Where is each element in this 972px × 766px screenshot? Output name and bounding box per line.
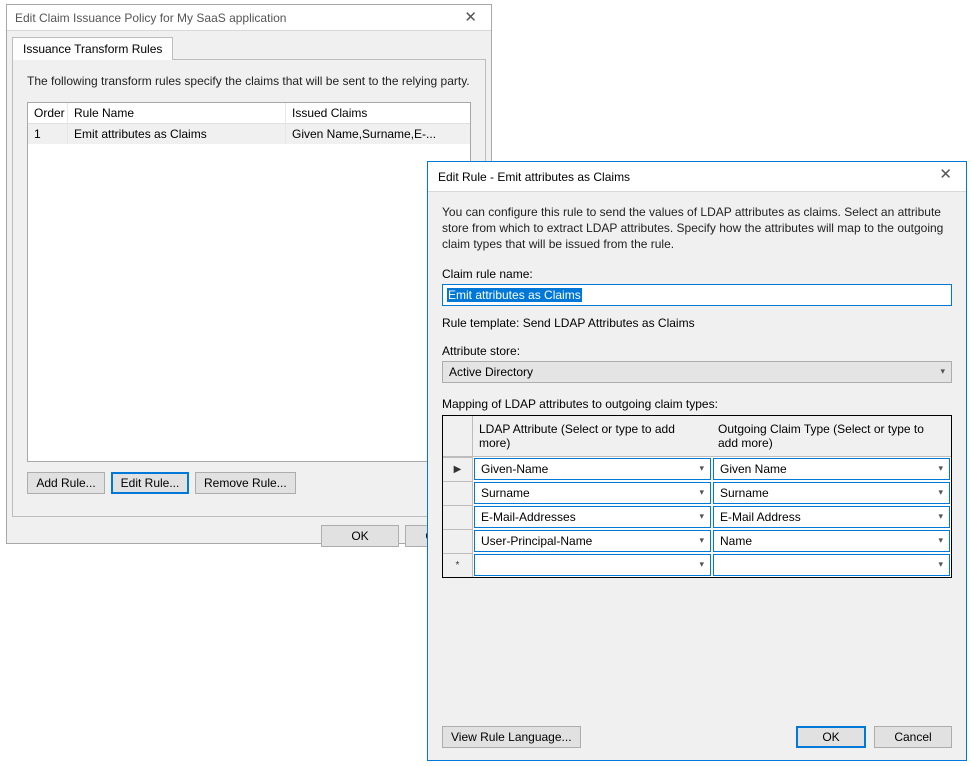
titlebar[interactable]: Edit Claim Issuance Policy for My SaaS a… xyxy=(7,5,491,31)
outgoing-claim-cell[interactable]: ▾ xyxy=(713,554,950,576)
outgoing-claim-cell[interactable]: E-Mail Address▾ xyxy=(713,506,950,528)
claim-policy-dialog: Edit Claim Issuance Policy for My SaaS a… xyxy=(6,4,492,544)
ldap-attr-cell[interactable]: Given-Name▾ xyxy=(474,458,711,480)
chevron-down-icon: ▾ xyxy=(938,559,943,570)
edit-rule-button[interactable]: Edit Rule... xyxy=(111,472,189,494)
table-row: Surname▾ Surname▾ xyxy=(443,481,951,505)
chevron-down-icon: ▾ xyxy=(699,511,704,522)
attr-store-select[interactable]: Active Directory ▾ xyxy=(442,361,952,383)
chevron-down-icon: ▾ xyxy=(699,463,704,474)
chevron-down-icon: ▾ xyxy=(699,559,704,570)
col-order[interactable]: Order xyxy=(28,103,68,123)
col-issued[interactable]: Issued Claims xyxy=(286,103,470,123)
tab-panel: The following transform rules specify th… xyxy=(12,59,486,517)
col-ldap-attr[interactable]: LDAP Attribute (Select or type to add mo… xyxy=(473,416,712,457)
add-rule-button[interactable]: Add Rule... xyxy=(27,472,105,494)
claim-rule-name-label: Claim rule name: xyxy=(442,267,952,281)
close-icon[interactable]: ✕ xyxy=(458,8,483,26)
intro-text: The following transform rules specify th… xyxy=(27,74,471,88)
chevron-down-icon: ▾ xyxy=(938,535,943,546)
chevron-down-icon: ▾ xyxy=(938,463,943,474)
input-selection: Emit attributes as Claims xyxy=(447,288,582,302)
titlebar[interactable]: Edit Rule - Emit attributes as Claims ✕ xyxy=(428,162,966,192)
new-row-icon[interactable]: * xyxy=(443,553,473,577)
description-text: You can configure this rule to send the … xyxy=(442,204,952,253)
table-row: * ▾ ▾ xyxy=(443,553,951,577)
view-rule-language-button[interactable]: View Rule Language... xyxy=(442,726,581,748)
chevron-down-icon: ▾ xyxy=(699,535,704,546)
ldap-attr-cell[interactable]: E-Mail-Addresses▾ xyxy=(474,506,711,528)
row-selector-header xyxy=(443,416,473,457)
table-row: E-Mail-Addresses▾ E-Mail Address▾ xyxy=(443,505,951,529)
rules-table[interactable]: Order Rule Name Issued Claims 1 Emit att… xyxy=(27,102,471,462)
table-header: Order Rule Name Issued Claims xyxy=(28,103,470,124)
row-indicator[interactable] xyxy=(443,505,473,529)
cell-issued: Given Name,Surname,E-... xyxy=(286,124,470,144)
outgoing-claim-cell[interactable]: Surname▾ xyxy=(713,482,950,504)
ok-button[interactable]: OK xyxy=(321,525,399,547)
cancel-button[interactable]: Cancel xyxy=(874,726,952,748)
edit-rule-dialog: Edit Rule - Emit attributes as Claims ✕ … xyxy=(427,161,967,761)
chevron-down-icon: ▾ xyxy=(699,487,704,498)
outgoing-claim-cell[interactable]: Name▾ xyxy=(713,530,950,552)
ldap-attr-cell[interactable]: ▾ xyxy=(474,554,711,576)
outgoing-claim-cell[interactable]: Given Name▾ xyxy=(713,458,950,480)
table-row: User-Principal-Name▾ Name▾ xyxy=(443,529,951,553)
ldap-attr-cell[interactable]: Surname▾ xyxy=(474,482,711,504)
mapping-label: Mapping of LDAP attributes to outgoing c… xyxy=(442,397,952,411)
table-row[interactable]: 1 Emit attributes as Claims Given Name,S… xyxy=(28,124,470,144)
row-indicator-icon[interactable]: ▶ xyxy=(443,457,473,481)
rule-template-text: Rule template: Send LDAP Attributes as C… xyxy=(442,316,952,330)
claim-rule-name-input[interactable]: Emit attributes as Claims xyxy=(442,284,952,306)
row-indicator[interactable] xyxy=(443,481,473,505)
remove-rule-button[interactable]: Remove Rule... xyxy=(195,472,296,494)
attr-store-value: Active Directory xyxy=(449,365,533,379)
cell-order: 1 xyxy=(28,124,68,144)
attr-store-label: Attribute store: xyxy=(442,344,952,358)
chevron-down-icon: ▾ xyxy=(938,487,943,498)
cell-name: Emit attributes as Claims xyxy=(68,124,286,144)
chevron-down-icon: ▾ xyxy=(940,366,945,377)
ok-button[interactable]: OK xyxy=(796,726,866,748)
window-title: Edit Rule - Emit attributes as Claims xyxy=(438,170,630,184)
col-rulename[interactable]: Rule Name xyxy=(68,103,286,123)
mapping-table: LDAP Attribute (Select or type to add mo… xyxy=(442,415,952,578)
col-outgoing-claim[interactable]: Outgoing Claim Type (Select or type to a… xyxy=(712,416,951,457)
table-row: ▶ Given-Name▾ Given Name▾ xyxy=(443,457,951,481)
close-icon[interactable]: ✕ xyxy=(933,165,958,183)
tab-issuance-transform[interactable]: Issuance Transform Rules xyxy=(12,37,173,60)
row-indicator[interactable] xyxy=(443,529,473,553)
chevron-down-icon: ▾ xyxy=(938,511,943,522)
ldap-attr-cell[interactable]: User-Principal-Name▾ xyxy=(474,530,711,552)
window-title: Edit Claim Issuance Policy for My SaaS a… xyxy=(15,11,286,25)
